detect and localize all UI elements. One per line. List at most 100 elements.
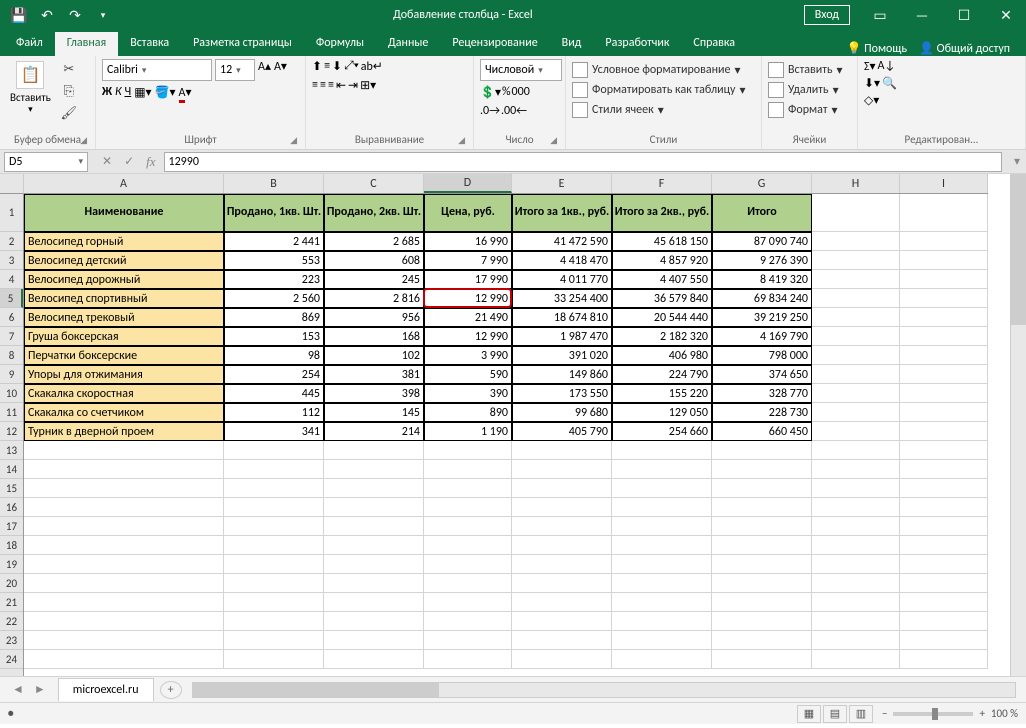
formula-input[interactable]: 12990 — [164, 152, 1002, 172]
borders-icon[interactable]: ▦▾ — [134, 85, 151, 100]
cell[interactable] — [24, 536, 224, 555]
bold-icon[interactable]: Ж — [102, 85, 112, 100]
cell[interactable]: 608 — [324, 251, 424, 270]
cell[interactable] — [424, 536, 512, 555]
cell[interactable]: 405 790 — [512, 422, 612, 441]
sort-filter-icon[interactable]: A↓ — [878, 59, 896, 74]
clear-icon[interactable]: ◇▾ — [864, 93, 879, 108]
cell[interactable]: 87 090 740 — [712, 232, 812, 251]
cell[interactable]: Велосипед детский — [24, 251, 224, 270]
cell[interactable]: 12 990 — [424, 327, 512, 346]
cell[interactable] — [712, 650, 812, 669]
font-color-icon[interactable]: А▾ — [179, 85, 192, 100]
cell[interactable] — [224, 479, 324, 498]
row-header-23[interactable]: 23 — [0, 631, 23, 650]
cell[interactable]: 153 — [224, 327, 324, 346]
cell[interactable]: 33 254 400 — [512, 289, 612, 308]
cell[interactable]: 149 860 — [512, 365, 612, 384]
cell[interactable] — [224, 517, 324, 536]
decrease-decimal-icon[interactable]: .00← — [501, 104, 527, 118]
row-header-20[interactable]: 20 — [0, 574, 23, 593]
cell[interactable]: 4 011 770 — [512, 270, 612, 289]
cell[interactable] — [712, 536, 812, 555]
row-header-19[interactable]: 19 — [0, 555, 23, 574]
cell[interactable] — [812, 460, 900, 479]
col-header-G[interactable]: G — [712, 174, 812, 193]
row-header-1[interactable]: 1 — [0, 194, 23, 232]
sheet-nav-prev-icon[interactable]: ◄ — [8, 680, 28, 699]
cell[interactable] — [424, 498, 512, 517]
cell[interactable]: 254 — [224, 365, 324, 384]
cell[interactable]: 7 990 — [424, 251, 512, 270]
cell[interactable] — [712, 517, 812, 536]
cell[interactable]: 553 — [224, 251, 324, 270]
cell[interactable] — [812, 574, 900, 593]
fill-icon[interactable]: ⬇▾ — [864, 76, 880, 91]
redo-icon[interactable]: ↷ — [64, 4, 86, 26]
cell[interactable]: 16 990 — [424, 232, 512, 251]
cell[interactable]: 20 544 440 — [612, 308, 712, 327]
cell[interactable]: Упоры для отжимания — [24, 365, 224, 384]
cell[interactable]: 69 834 240 — [712, 289, 812, 308]
cell[interactable]: 1 190 — [424, 422, 512, 441]
cell[interactable] — [224, 612, 324, 631]
tell-me[interactable]: 💡 Помощь — [847, 41, 908, 56]
format-as-table-button[interactable]: Форматировать как таблицу ▾ — [572, 81, 746, 99]
row-header-5[interactable]: 5 — [0, 289, 23, 308]
cell[interactable] — [812, 479, 900, 498]
increase-font-icon[interactable]: A▴ — [258, 59, 271, 81]
cell[interactable] — [812, 612, 900, 631]
cell[interactable] — [900, 422, 988, 441]
align-center-icon[interactable]: ≡ — [320, 78, 326, 93]
font-name-combo[interactable]: Calibri▾ — [102, 59, 212, 81]
tab-разметка страницы[interactable]: Разметка страницы — [181, 32, 304, 56]
cell[interactable] — [24, 593, 224, 612]
cell[interactable]: 391 020 — [512, 346, 612, 365]
cell[interactable] — [812, 555, 900, 574]
cancel-formula-icon[interactable]: ✕ — [102, 154, 112, 169]
cell[interactable] — [24, 574, 224, 593]
cell[interactable]: Итого за 2кв., руб. — [612, 194, 712, 232]
cell[interactable] — [612, 479, 712, 498]
cell[interactable]: Велосипед трековый — [24, 308, 224, 327]
cell[interactable] — [900, 479, 988, 498]
cell[interactable]: 2 685 — [324, 232, 424, 251]
cell[interactable] — [712, 593, 812, 612]
cell[interactable]: 2 816 — [324, 289, 424, 308]
sheet-tab[interactable]: microexcel.ru — [58, 678, 154, 701]
cell[interactable]: 214 — [324, 422, 424, 441]
alignment-dialog-icon[interactable]: ◢ — [458, 135, 465, 146]
cell[interactable]: 328 770 — [712, 384, 812, 403]
cell[interactable] — [812, 308, 900, 327]
cell[interactable]: Продано, 1кв. Шт. — [224, 194, 324, 232]
cell[interactable] — [712, 460, 812, 479]
cell[interactable]: Перчатки боксерские — [24, 346, 224, 365]
cell[interactable] — [900, 270, 988, 289]
cell[interactable]: 223 — [224, 270, 324, 289]
insert-cells-button[interactable]: Вставить ▾ — [768, 61, 843, 79]
number-format-combo[interactable]: Числовой▾ — [480, 59, 562, 81]
decrease-font-icon[interactable]: A▾ — [274, 59, 287, 81]
col-header-B[interactable]: B — [224, 174, 324, 193]
row-header-14[interactable]: 14 — [0, 460, 23, 479]
font-dialog-icon[interactable]: ◢ — [290, 135, 297, 146]
cell[interactable] — [324, 498, 424, 517]
font-size-combo[interactable]: 12▾ — [215, 59, 255, 81]
cell[interactable] — [424, 479, 512, 498]
name-box[interactable]: D5▾ — [4, 152, 88, 172]
cell[interactable]: 129 050 — [612, 403, 712, 422]
fx-icon[interactable]: fx — [146, 154, 155, 170]
align-middle-icon[interactable]: ≡ — [324, 59, 330, 74]
cell[interactable]: 173 550 — [512, 384, 612, 403]
cell[interactable]: Цена, руб. — [424, 194, 512, 232]
cell[interactable]: 3 990 — [424, 346, 512, 365]
cell[interactable]: 12 990 — [424, 289, 512, 308]
cell[interactable] — [812, 498, 900, 517]
cell[interactable] — [900, 289, 988, 308]
cell[interactable] — [900, 346, 988, 365]
underline-icon[interactable]: Ч — [125, 85, 132, 100]
login-button[interactable]: Вход — [804, 5, 850, 25]
cell[interactable] — [812, 251, 900, 270]
comma-icon[interactable]: 000 — [512, 85, 530, 100]
cell[interactable] — [812, 289, 900, 308]
